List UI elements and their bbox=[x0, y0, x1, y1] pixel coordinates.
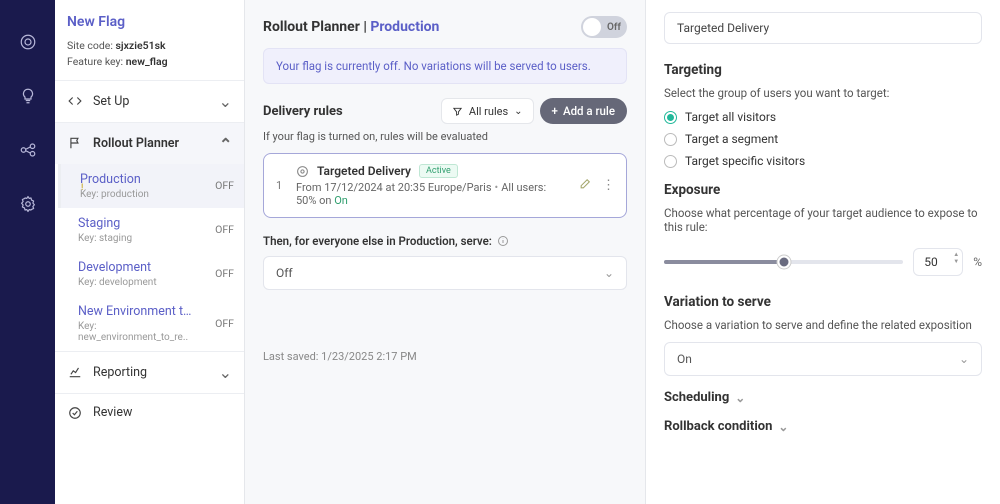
rule-name-input[interactable]: Targeted Delivery bbox=[664, 12, 982, 44]
scheduling-header[interactable]: Scheduling ⌄ bbox=[664, 390, 982, 405]
rule-detail-panel: Targeted Delivery Targeting Select the g… bbox=[645, 0, 1000, 504]
spinner-down-icon[interactable]: ▼ bbox=[953, 258, 959, 265]
check-circle-icon bbox=[67, 405, 83, 421]
rule-summary: From 17/12/2024 at 20:35 Europe/Paris•Al… bbox=[296, 181, 569, 207]
variation-sub: Choose a variation to serve and define t… bbox=[664, 318, 982, 332]
page-title: Rollout Planner | Production bbox=[263, 19, 439, 35]
lightbulb-icon[interactable] bbox=[16, 84, 40, 108]
chevron-down-icon: ⌄ bbox=[604, 266, 614, 280]
chevron-down-icon: ⌄ bbox=[959, 352, 969, 366]
filter-rules-button[interactable]: All rules ⌄ bbox=[441, 98, 534, 124]
percent-label: % bbox=[973, 255, 982, 269]
gear-icon[interactable] bbox=[16, 192, 40, 216]
global-nav-rail bbox=[0, 0, 55, 504]
flag-sidebar: New Flag Site code: sjxzie51sk Feature k… bbox=[55, 0, 245, 504]
radio-specific[interactable]: Target specific visitors bbox=[664, 154, 982, 168]
targeting-heading: Targeting bbox=[664, 62, 982, 78]
delivery-rules-title: Delivery rules bbox=[263, 104, 343, 119]
targeting-sub: Select the group of users you want to ta… bbox=[664, 86, 982, 100]
fallback-label: Then, for everyone else in Production, s… bbox=[263, 234, 627, 248]
last-saved: Last saved: 1/23/2025 2:17 PM bbox=[263, 350, 627, 363]
target-icon bbox=[296, 165, 309, 178]
site-code-line: Site code: sjxzie51sk bbox=[67, 38, 232, 54]
exposure-sub: Choose what percentage of your target au… bbox=[664, 206, 982, 234]
nav-reporting[interactable]: Reporting ⌄ bbox=[55, 351, 244, 393]
exposure-input[interactable]: 50 ▲▼ bbox=[913, 248, 963, 276]
rule-card[interactable]: 1 Targeted Delivery Active From 17/12/20… bbox=[263, 153, 627, 218]
radio-icon bbox=[664, 133, 677, 146]
radio-icon bbox=[664, 155, 677, 168]
rollback-header[interactable]: Rollback condition ⌄ bbox=[664, 419, 982, 434]
chevron-down-icon: ⌄ bbox=[219, 363, 232, 382]
active-badge: Active bbox=[419, 164, 458, 178]
edit-icon[interactable] bbox=[579, 177, 592, 194]
slider-thumb[interactable] bbox=[777, 256, 790, 269]
nav-review[interactable]: Review bbox=[55, 393, 244, 432]
variation-select[interactable]: On ⌄ bbox=[664, 342, 982, 376]
exposure-heading: Exposure bbox=[664, 182, 982, 198]
feature-key-line: Feature key: new_flag bbox=[67, 54, 232, 70]
variation-heading: Variation to serve bbox=[664, 294, 982, 310]
filter-icon bbox=[452, 106, 463, 117]
flag-title: New Flag bbox=[67, 14, 232, 30]
chart-icon bbox=[67, 364, 83, 380]
delivery-subnote: If your flag is turned on, rules will be… bbox=[263, 130, 627, 143]
chevron-down-icon: ⌄ bbox=[778, 420, 788, 434]
plus-icon: + bbox=[552, 104, 558, 118]
chevron-down-icon: ⌄ bbox=[735, 391, 745, 405]
radio-segment[interactable]: Target a segment bbox=[664, 132, 982, 146]
rule-number: 1 bbox=[276, 179, 286, 192]
spinner-up-icon[interactable]: ▲ bbox=[953, 251, 959, 258]
more-icon[interactable]: ⋮ bbox=[602, 178, 614, 193]
nav-rollout-planner[interactable]: Rollout Planner ⌄ bbox=[55, 122, 244, 164]
env-development[interactable]: Development Key: development OFF bbox=[58, 252, 244, 296]
code-icon bbox=[67, 93, 83, 109]
env-new[interactable]: New Environment to re... Key: new_enviro… bbox=[58, 296, 244, 351]
off-notice: Your flag is currently off. No variation… bbox=[263, 48, 627, 84]
radio-all-visitors[interactable]: Target all visitors bbox=[664, 110, 982, 124]
chevron-down-icon: ⌄ bbox=[219, 92, 232, 111]
chevron-down-icon: ⌄ bbox=[514, 106, 522, 117]
info-icon[interactable] bbox=[497, 235, 509, 247]
env-production[interactable]: ! Production Key: production OFF bbox=[58, 164, 244, 208]
nav-setup[interactable]: Set Up ⌄ bbox=[55, 80, 244, 122]
flag-toggle[interactable]: Off bbox=[581, 16, 627, 38]
flag-icon bbox=[67, 135, 83, 151]
radio-checked-icon bbox=[664, 111, 677, 124]
target-icon[interactable] bbox=[16, 30, 40, 54]
rule-name: Targeted Delivery bbox=[317, 164, 411, 178]
main-content: Rollout Planner | Production Off Your fl… bbox=[245, 0, 645, 504]
env-staging[interactable]: Staging Key: staging OFF bbox=[58, 208, 244, 252]
add-rule-button[interactable]: + Add a rule bbox=[540, 98, 627, 124]
fallback-select[interactable]: Off ⌄ bbox=[263, 256, 627, 290]
molecule-icon[interactable] bbox=[16, 138, 40, 162]
chevron-up-icon: ⌄ bbox=[219, 134, 232, 153]
exposure-slider[interactable] bbox=[664, 260, 903, 264]
